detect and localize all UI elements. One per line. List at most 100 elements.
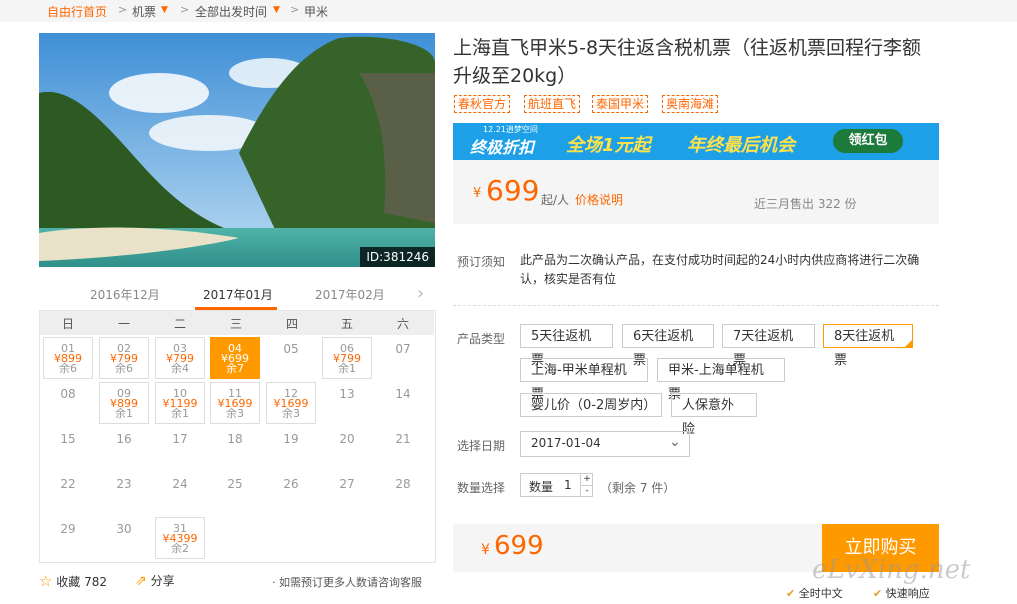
calendar-weekday-header: 日 一 二 三 四 五 六 bbox=[40, 311, 434, 335]
promo-banner[interactable]: 12.21逍梦空间 终极折扣 全场1元起 年终最后机会 领红包 bbox=[453, 123, 939, 160]
badge-chinese-service: ✔ 全时中文 bbox=[786, 585, 843, 601]
chevron-down-icon[interactable]: ▼ bbox=[273, 5, 280, 15]
group-booking-note: · 如需预订更多人数请咨询客服 bbox=[272, 576, 422, 589]
option-8-day-selected[interactable]: 8天往返机票 bbox=[823, 324, 913, 368]
calendar-day[interactable]: 02 ¥799 余6 bbox=[99, 337, 149, 379]
share-icon: ⇗ bbox=[135, 573, 147, 589]
booking-notice-text: 此产品为二次确认产品，在支付成功时间起的24小时内供应商将进行二次确认，核实是否… bbox=[520, 253, 920, 286]
breadcrumb: 自由行首页 > 机票 ▼ > 全部出发时间 ▼ > 甲米 bbox=[0, 0, 1017, 22]
share-button[interactable]: ⇗ 分享 bbox=[135, 572, 175, 589]
calendar-day: 17 bbox=[172, 432, 188, 446]
option-kbv-sha-oneway[interactable]: 甲米-上海单程机票 bbox=[657, 358, 785, 402]
weekday-label: 五 bbox=[340, 317, 353, 331]
option-5-day[interactable]: 5天往返机票 bbox=[520, 324, 613, 368]
calendar-day[interactable]: 04 ¥699 余7 bbox=[210, 337, 260, 379]
day-remaining: 余2 bbox=[171, 542, 189, 555]
weekday-label: 六 bbox=[396, 317, 409, 331]
weekday-label: 二 bbox=[173, 317, 186, 331]
product-photo: ID:381246 bbox=[39, 33, 435, 267]
day-remaining: 余6 bbox=[115, 362, 133, 375]
option-sha-kbv-oneway[interactable]: 上海-甲米单程机票 bbox=[520, 358, 648, 402]
product-tag: 奥南海滩 bbox=[662, 95, 719, 113]
price-note-link[interactable]: 价格说明 bbox=[575, 191, 623, 208]
quantity-prefix: 数量 bbox=[529, 480, 554, 494]
calendar-day[interactable]: 01 ¥899 余6 bbox=[43, 337, 93, 379]
day-remaining: 余3 bbox=[226, 407, 244, 420]
selected-corner-icon bbox=[904, 339, 913, 348]
calendar-day: 19 bbox=[283, 432, 299, 446]
option-7-day[interactable]: 7天往返机票 bbox=[722, 324, 815, 368]
date-select[interactable]: 2017-01-04 ⌄ bbox=[520, 431, 690, 457]
tab-month-next[interactable]: 2017年02月 bbox=[315, 286, 385, 303]
calendar-day[interactable]: 10 ¥1199 余1 bbox=[155, 382, 205, 424]
calendar-day: 27 bbox=[339, 477, 355, 491]
sold-count: 近三月售出 322 份 bbox=[754, 197, 857, 211]
booking-notice-label: 预订须知 bbox=[457, 255, 506, 269]
currency-symbol: ¥ bbox=[473, 186, 482, 201]
favorite-button[interactable]: ☆ 收藏 782 bbox=[39, 572, 107, 590]
weekday-label: 一 bbox=[117, 317, 130, 331]
increment-button[interactable]: + bbox=[580, 474, 593, 485]
day-remaining: 余3 bbox=[282, 407, 300, 420]
option-infant-price[interactable]: 婴儿价（0-2周岁内） bbox=[520, 393, 662, 417]
breadcrumb-separator: > bbox=[180, 3, 190, 16]
price-unit: 起/人 bbox=[541, 193, 570, 207]
calendar-day: 24 bbox=[172, 477, 188, 491]
chevron-right-icon[interactable]: › bbox=[417, 283, 424, 304]
banner-promo: 全场1元起 bbox=[566, 135, 651, 156]
breadcrumb-departure[interactable]: 全部出发时间 bbox=[195, 3, 267, 20]
calendar-day: 08 bbox=[60, 387, 76, 401]
day-remaining: 余1 bbox=[171, 407, 189, 420]
calendar-day[interactable]: 06 ¥799 余1 bbox=[322, 337, 372, 379]
tab-month-current[interactable]: 2017年01月 bbox=[203, 286, 273, 303]
chevron-down-icon[interactable]: ▼ bbox=[161, 5, 168, 15]
calendar-day: 29 bbox=[60, 522, 76, 536]
calendar-day: 23 bbox=[116, 477, 132, 491]
favorite-count: 782 bbox=[84, 575, 108, 589]
tab-month-prev[interactable]: 2016年12月 bbox=[90, 286, 160, 303]
photo-id-label: ID:381246 bbox=[360, 247, 435, 267]
weekday-label: 三 bbox=[229, 317, 242, 331]
breadcrumb-separator: > bbox=[118, 3, 128, 16]
breadcrumb-destination[interactable]: 甲米 bbox=[304, 3, 328, 20]
calendar-day: 15 bbox=[60, 432, 76, 446]
claim-coupon-button[interactable]: 领红包 bbox=[833, 129, 903, 153]
quantity-stepper[interactable]: 数量 1 + - bbox=[520, 473, 593, 497]
price-value: 699 bbox=[486, 174, 540, 207]
breadcrumb-home[interactable]: 自由行首页 bbox=[47, 3, 107, 20]
product-tag: 泰国甲米 bbox=[592, 95, 649, 113]
calendar-day[interactable]: 03 ¥799 余4 bbox=[155, 337, 205, 379]
calendar-day: 26 bbox=[283, 477, 299, 491]
option-6-day[interactable]: 6天往返机票 bbox=[622, 324, 714, 368]
calendar-day: 22 bbox=[60, 477, 76, 491]
decrement-button[interactable]: - bbox=[580, 485, 593, 497]
banner-headline: 终极折扣 bbox=[470, 138, 535, 157]
calendar-day: 16 bbox=[116, 432, 132, 446]
calendar-day: 21 bbox=[395, 432, 411, 446]
calendar-day: 18 bbox=[227, 432, 243, 446]
calendar-day: 05 bbox=[283, 342, 299, 356]
quantity-value[interactable]: 1 bbox=[564, 478, 572, 492]
watermark: eLvXing.net bbox=[812, 555, 971, 585]
calendar-day: 25 bbox=[227, 477, 243, 491]
calendar-day: 20 bbox=[339, 432, 355, 446]
total-price: 699 bbox=[494, 531, 544, 561]
date-select-label: 选择日期 bbox=[457, 439, 506, 453]
calendar-day[interactable]: 09 ¥899 余1 bbox=[99, 382, 149, 424]
favorite-label: 收藏 bbox=[56, 575, 81, 589]
badge-fast-response: ✔ 快速响应 bbox=[873, 585, 930, 601]
quantity-label: 数量选择 bbox=[457, 481, 506, 495]
calendar-day[interactable]: 31 ¥4399 余2 bbox=[155, 517, 205, 559]
currency-symbol: ¥ bbox=[481, 542, 490, 558]
option-accident-insurance[interactable]: 人保意外险 bbox=[671, 393, 757, 437]
weekday-label: 日 bbox=[61, 317, 74, 331]
day-remaining: 余1 bbox=[338, 362, 356, 375]
check-circle-icon: ✔ bbox=[786, 587, 796, 600]
calendar-day: 28 bbox=[395, 477, 411, 491]
day-remaining: 余7 bbox=[226, 362, 244, 375]
breadcrumb-flights[interactable]: 机票 bbox=[132, 3, 156, 20]
badge-label: 快速响应 bbox=[885, 587, 930, 600]
calendar-day[interactable]: 12 ¥1699 余3 bbox=[266, 382, 316, 424]
calendar-day[interactable]: 11 ¥1699 余3 bbox=[210, 382, 260, 424]
star-icon: ☆ bbox=[39, 572, 53, 590]
